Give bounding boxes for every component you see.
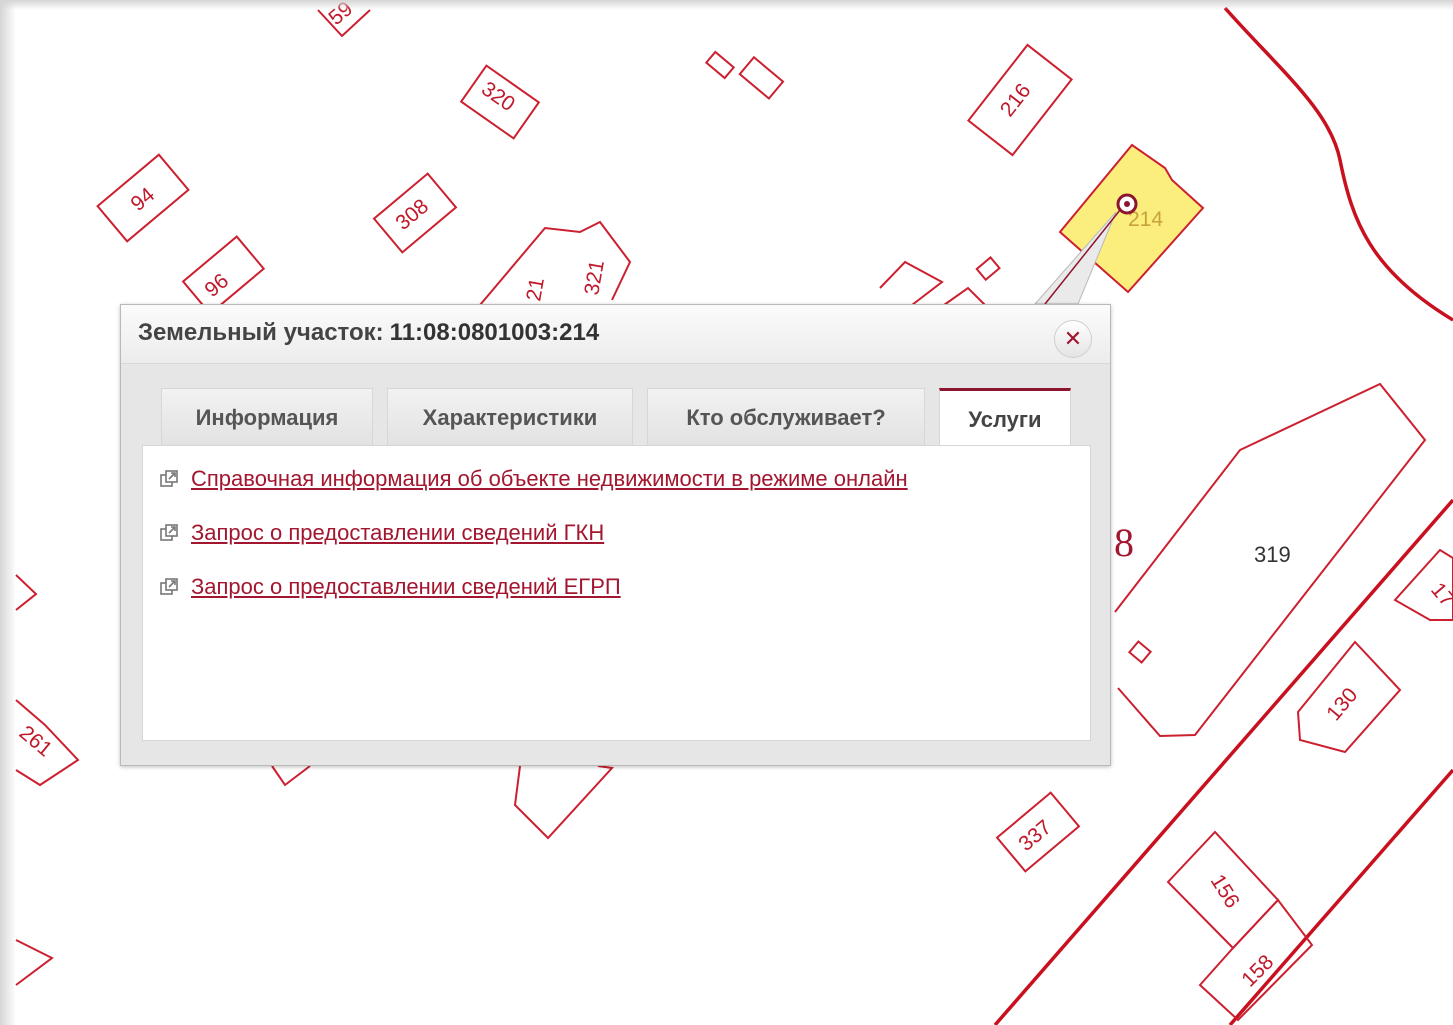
plot-label-321: 321 — [580, 258, 609, 297]
close-button[interactable]: ✕ — [1054, 320, 1092, 358]
plot-partial-bottom-a[interactable] — [271, 765, 311, 787]
service-link-gkn-request[interactable]: Запрос о предоставлении сведений ГКН — [159, 520, 604, 546]
plot-partial-mid2[interactable] — [943, 286, 986, 306]
parcel-info-popup: Земельный участок: 11:08:0801003:214 ✕ Ин… — [120, 304, 1111, 766]
plot-small-b[interactable] — [738, 55, 785, 100]
external-link-icon — [160, 578, 178, 595]
close-icon: ✕ — [1063, 326, 1083, 351]
service-link-label[interactable]: Справочная информация об объекте недвижи… — [191, 466, 908, 492]
plot-partial-left1[interactable] — [15, 574, 38, 611]
plot-label-96: 96 — [200, 269, 233, 302]
tab-info[interactable]: Информация — [161, 388, 373, 446]
plot-small-d[interactable] — [1127, 640, 1153, 664]
service-link-egrp-request[interactable]: Запрос о предоставлении сведений ЕГРП — [159, 574, 621, 600]
cadastral-number: 11:08:0801003:214 — [389, 319, 600, 346]
plot-small-a[interactable] — [704, 50, 736, 80]
plot-partial-bottom-b[interactable] — [513, 765, 615, 840]
plot-label-308: 308 — [391, 195, 433, 235]
service-link-label[interactable]: Запрос о предоставлении сведений ГКН — [191, 520, 604, 546]
plot-small-c[interactable] — [975, 256, 1001, 282]
plot-partial-mid[interactable] — [879, 260, 944, 306]
map-frame-shadow-top — [0, 0, 1453, 10]
plot-label-216: 216 — [996, 79, 1036, 121]
boundary-curve — [1223, 6, 1453, 322]
selected-marker-dot — [1124, 201, 1130, 207]
plot-label-156: 156 — [1206, 870, 1244, 912]
external-link-icon — [160, 470, 178, 487]
tab-who-serves[interactable]: Кто обслуживает? — [647, 388, 925, 446]
plot-label-130: 130 — [1322, 684, 1362, 726]
plot-label-261: 261 — [15, 721, 57, 761]
road-line-2 — [1228, 768, 1453, 1025]
popup-title-label: Земельный участок: — [138, 319, 384, 346]
tab-characteristics[interactable]: Характеристики — [387, 388, 633, 446]
service-link-online-info[interactable]: Справочная информация об объекте недвижи… — [159, 466, 908, 492]
plot-partial-left2[interactable] — [15, 939, 54, 986]
plot-label-21: 21 — [522, 276, 549, 303]
block-number-8: 8 — [1114, 520, 1134, 565]
plot-96[interactable] — [181, 235, 266, 316]
service-link-label[interactable]: Запрос о предоставлении сведений ЕГРП — [191, 574, 621, 600]
map-frame-shadow-left — [0, 0, 16, 1025]
plot-label-17: 17 — [1426, 578, 1453, 611]
popup-header: Земельный участок: 11:08:0801003:214 ✕ — [121, 305, 1110, 364]
external-link-icon — [160, 524, 178, 541]
plot-label-319: 319 — [1254, 542, 1291, 567]
tab-panel-services: Справочная информация об объекте недвижи… — [142, 445, 1091, 741]
plot-label-94: 94 — [126, 183, 159, 216]
tab-services[interactable]: Услуги — [939, 388, 1071, 448]
popup-title: Земельный участок: 11:08:0801003:214 — [138, 319, 599, 347]
